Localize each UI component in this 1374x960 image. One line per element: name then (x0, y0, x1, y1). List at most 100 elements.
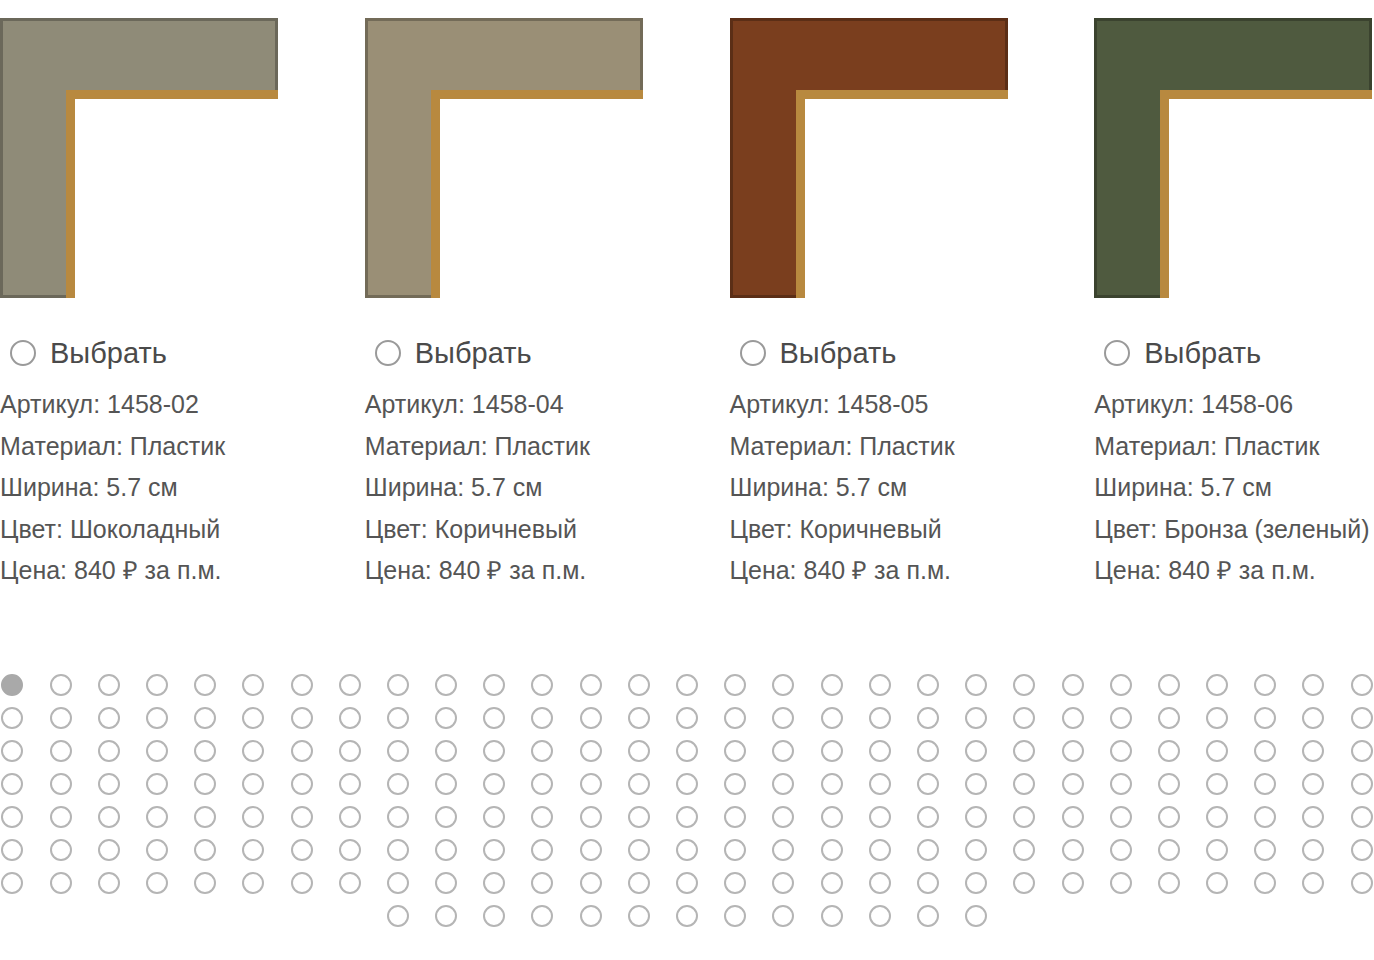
page-dot[interactable] (387, 872, 409, 894)
page-dot[interactable] (821, 740, 843, 762)
radio-icon[interactable] (10, 340, 36, 366)
page-dot[interactable] (1206, 806, 1228, 828)
page-dot[interactable] (917, 872, 939, 894)
page-dot[interactable] (483, 674, 505, 696)
page-dot[interactable] (50, 806, 72, 828)
page-dot[interactable] (917, 674, 939, 696)
page-dot[interactable] (242, 773, 264, 795)
page-dot[interactable] (339, 839, 361, 861)
page-dot[interactable] (1302, 839, 1324, 861)
page-dot[interactable] (1254, 806, 1276, 828)
page-dot[interactable] (917, 773, 939, 795)
page-dot[interactable] (869, 707, 891, 729)
page-dot[interactable] (98, 740, 120, 762)
page-dot[interactable] (387, 806, 409, 828)
page-dot[interactable] (435, 707, 457, 729)
page-dot[interactable] (869, 773, 891, 795)
page-dot[interactable] (1302, 707, 1324, 729)
page-dot[interactable] (772, 806, 794, 828)
select-radio[interactable]: Выбрать (730, 336, 1010, 370)
page-dot[interactable] (628, 740, 650, 762)
page-dot[interactable] (98, 872, 120, 894)
page-dot[interactable] (387, 674, 409, 696)
page-dot[interactable] (1254, 740, 1276, 762)
page-dot[interactable] (531, 773, 553, 795)
page-dot[interactable] (1302, 872, 1324, 894)
page-dot[interactable] (676, 773, 698, 795)
page-dot[interactable] (1158, 872, 1180, 894)
page-dot[interactable] (1206, 740, 1228, 762)
page-dot[interactable] (50, 773, 72, 795)
radio-icon[interactable] (740, 340, 766, 366)
page-dot[interactable] (1158, 740, 1180, 762)
page-dot[interactable] (580, 806, 602, 828)
page-dot[interactable] (676, 839, 698, 861)
page-dot[interactable] (1158, 839, 1180, 861)
page-dot[interactable] (676, 707, 698, 729)
page-dot[interactable] (628, 707, 650, 729)
page-dot[interactable] (242, 674, 264, 696)
page-dot[interactable] (580, 740, 602, 762)
page-dot[interactable] (628, 839, 650, 861)
page-dot[interactable] (1110, 740, 1132, 762)
page-dot[interactable] (1158, 806, 1180, 828)
page-dot[interactable] (98, 674, 120, 696)
page-dot[interactable] (1062, 740, 1084, 762)
page-dot[interactable] (628, 872, 650, 894)
page-dot[interactable] (965, 707, 987, 729)
page-dot[interactable] (531, 674, 553, 696)
page-dot[interactable] (1013, 872, 1035, 894)
page-dot[interactable] (483, 740, 505, 762)
page-dot[interactable] (821, 905, 843, 927)
page-dot[interactable] (1013, 707, 1035, 729)
page-dot[interactable] (1254, 839, 1276, 861)
page-dot[interactable] (1110, 839, 1132, 861)
page-dot[interactable] (1, 806, 23, 828)
page-dot[interactable] (1254, 707, 1276, 729)
page-dot[interactable] (387, 740, 409, 762)
page-dot[interactable] (869, 806, 891, 828)
page-dot[interactable] (1206, 872, 1228, 894)
page-dot[interactable] (194, 806, 216, 828)
page-dot[interactable] (580, 674, 602, 696)
page-dot[interactable] (1206, 773, 1228, 795)
page-dot[interactable] (965, 905, 987, 927)
page-dot[interactable] (676, 740, 698, 762)
page-dot[interactable] (1158, 707, 1180, 729)
page-dot[interactable] (146, 674, 168, 696)
page-dot[interactable] (387, 905, 409, 927)
page-dot[interactable] (339, 806, 361, 828)
page-dot[interactable] (531, 740, 553, 762)
page-dot[interactable] (1062, 872, 1084, 894)
page-dot[interactable] (1351, 674, 1373, 696)
page-dot[interactable] (242, 707, 264, 729)
page-dot[interactable] (1013, 839, 1035, 861)
page-dot[interactable] (531, 806, 553, 828)
page-dot[interactable] (1351, 806, 1373, 828)
page-dot[interactable] (628, 674, 650, 696)
page-dot[interactable] (821, 872, 843, 894)
page-dot[interactable] (194, 773, 216, 795)
page-dot[interactable] (146, 707, 168, 729)
page-dot[interactable] (724, 872, 746, 894)
page-dot[interactable] (580, 872, 602, 894)
page-dot[interactable] (772, 707, 794, 729)
page-dot[interactable] (1206, 839, 1228, 861)
page-dot[interactable] (821, 806, 843, 828)
page-dot[interactable] (1110, 872, 1132, 894)
page-dot[interactable] (98, 839, 120, 861)
page-dot[interactable] (435, 905, 457, 927)
frame-photo[interactable] (1094, 18, 1372, 298)
page-dot[interactable] (146, 839, 168, 861)
page-dot[interactable] (1302, 773, 1324, 795)
page-dot[interactable] (483, 707, 505, 729)
page-dot[interactable] (194, 740, 216, 762)
page-dot[interactable] (676, 674, 698, 696)
page-dot[interactable] (724, 674, 746, 696)
page-dot[interactable] (50, 839, 72, 861)
page-dot[interactable] (724, 740, 746, 762)
page-dot[interactable] (1062, 773, 1084, 795)
page-dot[interactable] (580, 839, 602, 861)
page-dot[interactable] (194, 674, 216, 696)
page-dot[interactable] (387, 839, 409, 861)
